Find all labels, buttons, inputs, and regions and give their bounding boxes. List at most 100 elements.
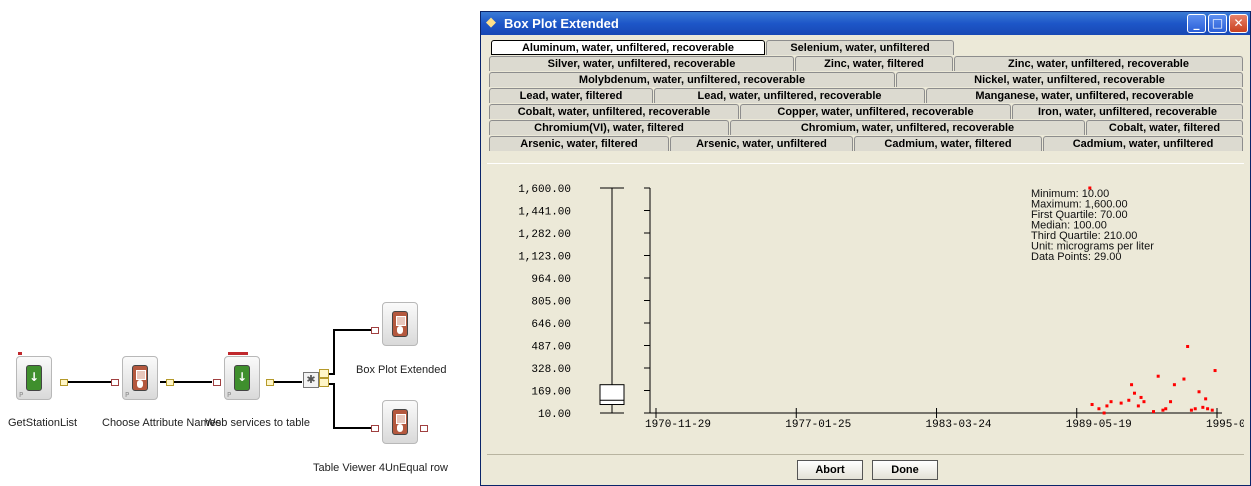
data-point: [1210, 408, 1214, 412]
data-point: [1097, 407, 1101, 411]
y-tick-label: 805.00: [531, 297, 571, 309]
tab-copper[interactable]: Copper, water, unfiltered, recoverable: [740, 104, 1011, 119]
data-point: [1127, 398, 1131, 402]
tab-strip: Aluminum, water, unfiltered, recoverable…: [487, 39, 1244, 163]
node-status-mark: [18, 352, 22, 355]
tab-lead-filtered[interactable]: Lead, water, filtered: [489, 88, 653, 103]
close-button[interactable]: ✕: [1229, 14, 1248, 33]
maximize-button[interactable]: □: [1208, 14, 1227, 33]
tab-arsenic-filtered[interactable]: Arsenic, water, filtered: [489, 136, 669, 151]
app-icon: ◆: [486, 15, 496, 30]
data-point: [1139, 395, 1143, 399]
tab-cobalt-unfiltered[interactable]: Cobalt, water, unfiltered, recoverable: [489, 104, 739, 119]
node-getstationlist[interactable]: ↓ P: [16, 356, 52, 400]
tab-zinc-unfiltered[interactable]: Zinc, water, unfiltered, recoverable: [954, 56, 1243, 71]
node-label-choose-attribute-names: Choose Attribute Names: [102, 417, 222, 429]
y-tick-label: 1,600.00: [518, 184, 571, 196]
data-point: [1102, 411, 1106, 415]
x-tick-label: 1989-05-19: [1066, 419, 1132, 431]
y-tick-label: 964.00: [531, 274, 571, 286]
output-port[interactable]: [60, 379, 68, 386]
tab-selenium[interactable]: Selenium, water, unfiltered: [766, 40, 954, 55]
tab-chromium-vi[interactable]: Chromium(VI), water, filtered: [489, 120, 729, 135]
download-arrow-icon: ↓: [26, 365, 42, 391]
y-tick-label: 646.00: [531, 319, 571, 331]
tab-nickel[interactable]: Nickel, water, unfiltered, recoverable: [896, 72, 1243, 87]
input-port[interactable]: [111, 379, 119, 386]
y-tick-label: 487.00: [531, 342, 571, 354]
data-point: [1197, 390, 1201, 394]
attribute-chooser-icon: [132, 365, 148, 391]
tab-cadmium-unfiltered[interactable]: Cadmium, water, unfiltered: [1043, 136, 1243, 151]
abort-button[interactable]: Abort: [797, 460, 863, 480]
tab-cobalt-filtered[interactable]: Cobalt, water, filtered: [1086, 120, 1243, 135]
x-tick-label: 1970-11-29: [645, 419, 711, 431]
node-marker: P: [227, 391, 232, 399]
data-point: [1189, 408, 1193, 412]
tab-arsenic-unfiltered[interactable]: Arsenic, water, unfiltered: [670, 136, 853, 151]
tab-silver[interactable]: Silver, water, unfiltered, recoverable: [489, 56, 794, 71]
tab-cadmium-filtered[interactable]: Cadmium, water, filtered: [854, 136, 1042, 151]
tab-manganese[interactable]: Manganese, water, unfiltered, recoverabl…: [926, 88, 1243, 103]
splitter-output-port[interactable]: [319, 369, 329, 378]
y-tick-label: 169.00: [531, 387, 571, 399]
node-label-table-viewer: Table Viewer 4UnEqual row: [313, 462, 448, 474]
node-table-viewer[interactable]: [382, 400, 418, 444]
download-arrow-icon: ↓: [234, 365, 250, 391]
viewer-icon: [392, 311, 408, 337]
node-label-web-services-to-table: Web services to table: [205, 417, 310, 429]
data-point: [1169, 400, 1173, 404]
data-point: [1213, 369, 1217, 373]
node-choose-attribute-names[interactable]: P: [122, 356, 158, 400]
y-tick-label: 1,123.00: [518, 252, 571, 264]
node-box-plot-extended[interactable]: [382, 302, 418, 346]
title-bar[interactable]: ◆ Box Plot Extended _ □ ✕: [481, 12, 1250, 35]
node-web-services-to-table[interactable]: ↓ P: [224, 356, 260, 400]
data-point: [1119, 401, 1123, 405]
data-point: [1182, 377, 1186, 381]
tab-molybdenum[interactable]: Molybdenum, water, unfiltered, recoverab…: [489, 72, 895, 87]
splitter-icon[interactable]: ✱: [303, 372, 319, 388]
output-port[interactable]: [420, 425, 428, 432]
workflow-canvas[interactable]: ↓ P GetStationList P Choose Attribute Na…: [0, 0, 480, 486]
viewer-icon: [392, 409, 408, 435]
tab-iron[interactable]: Iron, water, unfiltered, recoverable: [1012, 104, 1243, 119]
minimize-button[interactable]: _: [1187, 14, 1206, 33]
data-point: [1161, 408, 1165, 412]
input-port[interactable]: [213, 379, 221, 386]
window-title: Box Plot Extended: [504, 16, 619, 31]
data-point: [1142, 400, 1146, 404]
node-label-box-plot-extended: Box Plot Extended: [356, 364, 447, 376]
x-tick-label: 1995-07-16: [1206, 419, 1244, 431]
data-point: [1164, 407, 1168, 411]
data-point: [1193, 407, 1197, 411]
data-point: [1156, 374, 1160, 378]
tab-aluminum[interactable]: Aluminum, water, unfiltered, recoverable: [491, 40, 765, 55]
node-label-getstationlist: GetStationList: [8, 417, 78, 429]
x-tick-label: 1983-03-24: [926, 419, 992, 431]
data-point: [1152, 410, 1156, 414]
data-point: [1109, 400, 1113, 404]
box-iqr: [599, 384, 625, 406]
tab-lead-unfiltered[interactable]: Lead, water, unfiltered, recoverable: [654, 88, 925, 103]
tab-zinc-filtered[interactable]: Zinc, water, filtered: [795, 56, 953, 71]
data-point: [1206, 407, 1210, 411]
button-bar: Abort Done: [487, 454, 1244, 483]
input-port[interactable]: [371, 327, 379, 334]
data-point: [1201, 405, 1205, 409]
data-point: [1130, 383, 1134, 387]
input-port[interactable]: [371, 425, 379, 432]
output-port[interactable]: [166, 379, 174, 386]
data-point: [1186, 344, 1190, 348]
node-marker: P: [125, 391, 130, 399]
y-tick-label: 1,441.00: [518, 207, 571, 219]
chart-panel: 1,600.00 1,441.00 1,282.00 1,123.00 964.00 80…: [487, 163, 1244, 449]
output-port[interactable]: [266, 379, 274, 386]
data-point: [1105, 404, 1109, 408]
data-point: [1090, 403, 1094, 407]
y-tick-label: 1,282.00: [518, 229, 571, 241]
node-marker: P: [19, 391, 24, 399]
tab-chromium[interactable]: Chromium, water, unfiltered, recoverable: [730, 120, 1085, 135]
splitter-output-port[interactable]: [319, 378, 329, 387]
done-button[interactable]: Done: [872, 460, 938, 480]
